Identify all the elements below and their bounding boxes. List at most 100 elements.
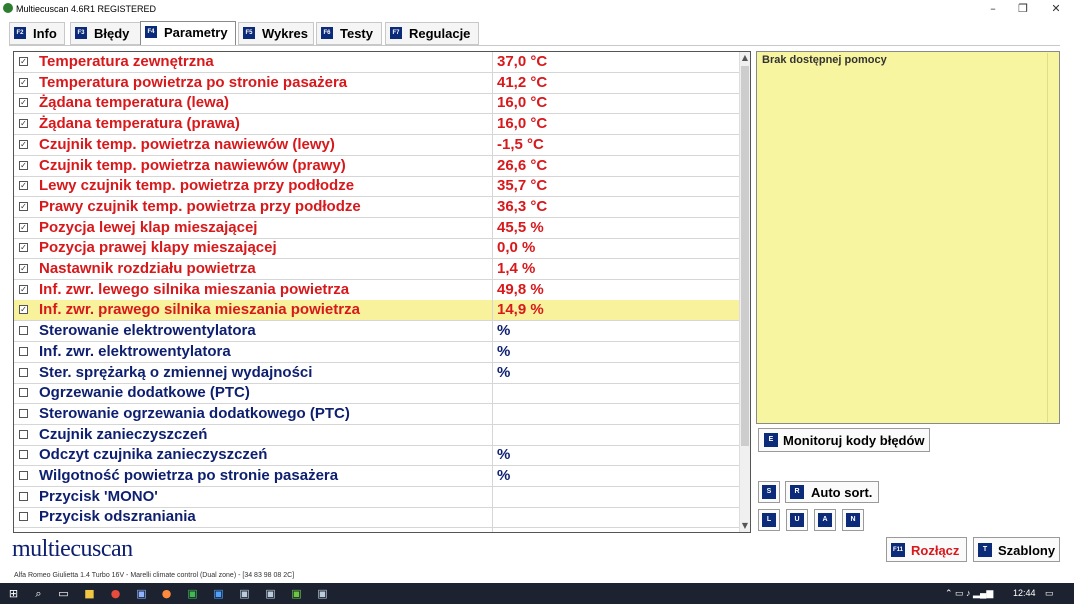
s-button[interactable]: S [758, 481, 780, 503]
parameter-row[interactable]: Odczyt czujnika zanieczyszczeń % [14, 445, 739, 466]
parameter-name: Przycisk odszraniania [39, 508, 196, 525]
parameter-checkbox[interactable]: ✓ [19, 305, 28, 314]
a-button[interactable]: A [814, 509, 836, 531]
scroll-up-icon[interactable]: ▲ [740, 52, 750, 64]
parameter-row[interactable]: ✓ Inf. zwr. lewego silnika mieszania powi… [14, 280, 739, 301]
parameter-name: Sterowanie ogrzewania dodatkowego (PTC) [39, 405, 350, 422]
parameter-checkbox[interactable]: ✓ [19, 223, 28, 232]
parameter-row[interactable]: ✓ Żądana temperatura (lewa) 16,0 °C [14, 93, 739, 114]
chrome-icon[interactable]: ● [108, 586, 123, 601]
help-panel: Brak dostępnej pomocy [756, 51, 1060, 424]
parameter-value: 16,0 °C [497, 94, 548, 111]
parameter-checkbox[interactable]: ✓ [19, 161, 28, 170]
help-scrollbar[interactable] [1047, 53, 1058, 422]
parameter-value: 35,7 °C [497, 177, 548, 194]
monitor-error-codes-button[interactable]: E Monitoruj kody błędów [758, 428, 930, 452]
parameter-checkbox[interactable]: ✓ [19, 140, 28, 149]
firefox-icon[interactable]: ● [159, 586, 174, 601]
parameter-checkbox[interactable]: ✓ [19, 98, 28, 107]
parameter-row[interactable]: ✓ Pozycja lewej klap mieszającej 45,5 % [14, 218, 739, 239]
parameter-row[interactable]: Sterowanie ogrzewania dodatkowego (PTC) [14, 404, 739, 425]
grid-scrollbar[interactable]: ▲ ▼ [739, 52, 750, 532]
scroll-thumb[interactable] [741, 66, 749, 446]
parameter-row[interactable]: Wilgotność powietrza po stronie pasażera… [14, 466, 739, 487]
tab-info[interactable]: F2 Info [9, 22, 65, 45]
windows-start-icon[interactable]: ⊞ [6, 586, 21, 601]
parameter-row[interactable]: ✓ Temperatura zewnętrzna 37,0 °C [14, 52, 739, 73]
e-key-icon: E [764, 433, 778, 447]
parameter-row[interactable]: Czujnik zanieczyszczeń [14, 425, 739, 446]
parameter-row[interactable]: ✓ Czujnik temp. powietrza nawiewów (prawy… [14, 156, 739, 177]
parameter-checkbox[interactable] [19, 430, 28, 439]
parameter-checkbox[interactable] [19, 409, 28, 418]
parameter-row[interactable]: Przycisk odszraniania [14, 507, 739, 528]
parameter-checkbox[interactable]: ✓ [19, 285, 28, 294]
task-view-icon[interactable]: ▭ [56, 586, 71, 601]
parameter-row[interactable]: Przycisk 'MONO' [14, 487, 739, 508]
parameter-row[interactable]: ✓ Nastawnik rozdziału powietrza 1,4 % [14, 259, 739, 280]
parameter-checkbox[interactable] [19, 388, 28, 397]
parameter-value: 1,4 % [497, 260, 536, 277]
minimize-button[interactable]: – [979, 1, 1007, 17]
parameter-row[interactable]: ✓ Czujnik temp. powietrza nawiewów (lewy)… [14, 135, 739, 156]
parameter-checkbox[interactable] [19, 512, 28, 521]
l-button[interactable]: L [758, 509, 780, 531]
app-icon-3[interactable]: ▣ [263, 586, 278, 601]
app-c-icon[interactable]: ▣ [211, 586, 226, 601]
scroll-down-icon[interactable]: ▼ [740, 520, 750, 532]
parameter-value: 45,5 % [497, 219, 544, 236]
parameter-row[interactable]: Sterowanie elektrowentylatora % [14, 321, 739, 342]
parameter-checkbox[interactable]: ✓ [19, 181, 28, 190]
parameter-checkbox[interactable] [19, 492, 28, 501]
parameter-row[interactable]: Ster. sprężarką o zmiennej wydajności % [14, 363, 739, 384]
parameter-row[interactable]: Ogrzewanie dodatkowe (PTC) [14, 383, 739, 404]
tab-tests[interactable]: F6 Testy [316, 22, 382, 45]
parameter-row[interactable]: ✓ Żądana temperatura (prawa) 16,0 °C [14, 114, 739, 135]
tab-parameters[interactable]: F4 Parametry [140, 21, 236, 46]
close-button[interactable]: ✕ [1042, 1, 1070, 17]
app-icon-2[interactable]: ▣ [237, 586, 252, 601]
parameter-name: Inf. zwr. lewego silnika mieszania powie… [39, 281, 350, 298]
notification-icon[interactable]: ▭ [1045, 588, 1054, 599]
multiecuscan-taskbar-icon[interactable]: ▣ [289, 586, 304, 601]
parameter-checkbox[interactable]: ✓ [19, 119, 28, 128]
maximize-button[interactable]: ❐ [1009, 1, 1037, 17]
parameter-row[interactable]: ✓ Lewy czujnik temp. powietrza przy podło… [14, 176, 739, 197]
parameter-checkbox[interactable] [19, 471, 28, 480]
parameter-row[interactable]: ✓ Pozycja prawej klapy mieszającej 0,0 % [14, 238, 739, 259]
n-button[interactable]: N [842, 509, 864, 531]
clock[interactable]: 12:44 [1013, 588, 1036, 598]
app-icon-4[interactable]: ▣ [315, 586, 330, 601]
l-key-icon: L [762, 513, 776, 527]
u-button[interactable]: U [786, 509, 808, 531]
tab-errors[interactable]: F3 Błędy [70, 22, 141, 45]
parameter-name: Inf. zwr. elektrowentylatora [39, 343, 231, 360]
templates-button[interactable]: T Szablony [973, 537, 1060, 562]
parameter-row[interactable]: ✓ Prawy czujnik temp. powietrza przy podł… [14, 197, 739, 218]
file-explorer-icon[interactable]: ■ [82, 586, 97, 601]
save-app-icon[interactable]: ▣ [134, 586, 149, 601]
tab-chart[interactable]: F5 Wykres [238, 22, 314, 45]
auto-sort-button[interactable]: R Auto sort. [785, 481, 879, 503]
parameter-name: Temperatura powietrza po stronie pasażer… [39, 74, 348, 91]
disconnect-button[interactable]: F11 Rozłącz [886, 537, 967, 562]
parameter-checkbox[interactable] [19, 368, 28, 377]
excel-icon[interactable]: ▣ [185, 586, 200, 601]
parameter-checkbox[interactable] [19, 347, 28, 356]
parameter-value: 49,8 % [497, 281, 544, 298]
parameter-row[interactable]: ✓ Temperatura powietrza po stronie pasaże… [14, 73, 739, 94]
parameter-checkbox[interactable]: ✓ [19, 78, 28, 87]
parameter-checkbox[interactable]: ✓ [19, 264, 28, 273]
tray-icons[interactable]: ⌃ ▭ ♪ ▂▄▆ [945, 588, 993, 599]
parameter-row[interactable]: Inf. zwr. elektrowentylatora % [14, 342, 739, 363]
parameter-checkbox[interactable] [19, 326, 28, 335]
parameter-checkbox[interactable]: ✓ [19, 243, 28, 252]
search-icon[interactable]: ⌕ [31, 586, 46, 601]
parameter-checkbox[interactable]: ✓ [19, 57, 28, 66]
parameter-row[interactable]: ✓ Inf. zwr. prawego silnika mieszania pow… [14, 300, 739, 321]
parameter-checkbox[interactable]: ✓ [19, 202, 28, 211]
tab-adjustments[interactable]: F7 Regulacje [385, 22, 479, 45]
parameter-checkbox[interactable] [19, 450, 28, 459]
parameter-grid[interactable]: ✓ Temperatura zewnętrzna 37,0 °C ✓ Temperatu… [13, 51, 751, 533]
parameter-value: 41,2 °C [497, 74, 548, 91]
